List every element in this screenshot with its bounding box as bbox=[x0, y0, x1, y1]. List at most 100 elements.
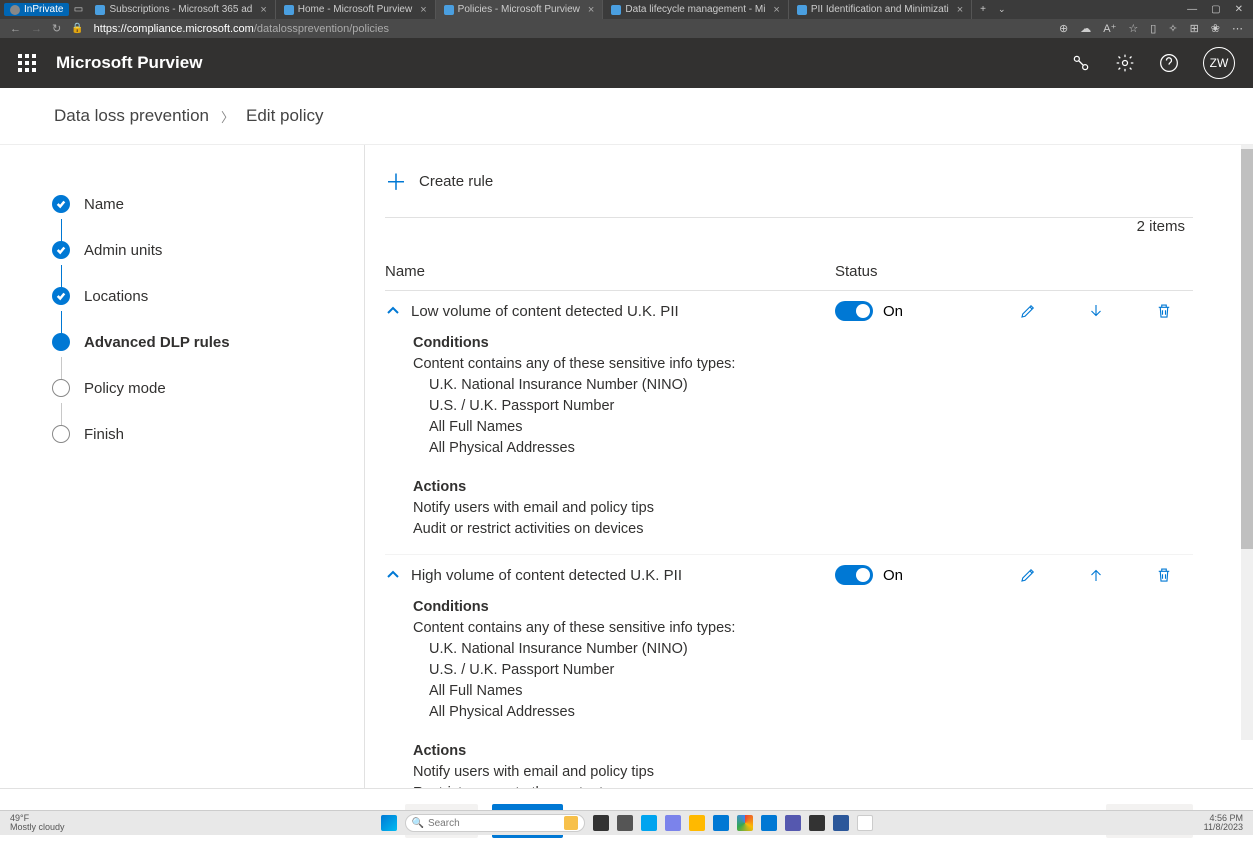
breadcrumb-current: Edit policy bbox=[246, 106, 323, 126]
chevron-up-icon[interactable] bbox=[385, 567, 401, 583]
tab-title: Subscriptions - Microsoft 365 ad bbox=[109, 4, 252, 15]
chrome-icon[interactable] bbox=[737, 815, 753, 831]
favorites-bar-icon[interactable]: ✧ bbox=[1168, 22, 1177, 35]
extensions-icon[interactable]: ❀ bbox=[1211, 22, 1220, 35]
column-status[interactable]: Status bbox=[835, 263, 955, 280]
delete-icon[interactable] bbox=[1155, 302, 1173, 320]
wizard-step-locations[interactable]: Locations bbox=[52, 287, 324, 305]
status-toggle[interactable] bbox=[835, 301, 873, 321]
url-text[interactable]: https://compliance.microsoft.com/datalos… bbox=[94, 23, 389, 35]
windows-taskbar[interactable]: 49°FMostly cloudy 🔍 Search 4:56 PM11/8/2… bbox=[0, 810, 1253, 835]
tabs-chevron-icon[interactable]: ⌄ bbox=[994, 4, 1010, 15]
browser-tab[interactable]: Home - Microsoft Purview× bbox=[276, 0, 436, 19]
tab-favicon-icon bbox=[797, 5, 807, 15]
step-label: Admin units bbox=[84, 242, 162, 259]
delete-icon[interactable] bbox=[1155, 566, 1173, 584]
tab-title: PII Identification and Minimizati bbox=[811, 4, 949, 15]
tab-close-icon[interactable]: × bbox=[773, 4, 779, 16]
scrollbar-thumb[interactable] bbox=[1241, 149, 1253, 549]
browser-tab[interactable]: PII Identification and Minimizati × bbox=[789, 0, 972, 19]
edit-icon[interactable] bbox=[1019, 566, 1037, 584]
start-icon[interactable] bbox=[381, 815, 397, 831]
content-panel: ＋ Create rule 2 items Name Status Low vo… bbox=[365, 145, 1253, 788]
collections-icon[interactable]: ⊞ bbox=[1190, 22, 1199, 35]
main-area: Name Admin units Locations Advanced DLP rul… bbox=[0, 145, 1253, 788]
teams-icon[interactable] bbox=[665, 815, 681, 831]
plus-icon: ＋ bbox=[385, 165, 407, 197]
rules-table-header: Name Status bbox=[385, 253, 1193, 291]
tab-title: Data lifecycle management - Mi bbox=[625, 4, 765, 15]
explorer-icon[interactable] bbox=[689, 815, 705, 831]
wizard-step-finish: Finish bbox=[52, 425, 324, 443]
tab-close-icon[interactable]: × bbox=[420, 4, 426, 16]
copilot-icon[interactable] bbox=[593, 815, 609, 831]
column-name[interactable]: Name bbox=[385, 263, 835, 280]
snip-icon[interactable] bbox=[857, 815, 873, 831]
system-clock[interactable]: 4:56 PM11/8/2023 bbox=[1204, 814, 1243, 832]
status-label: On bbox=[883, 303, 903, 320]
move-up-icon[interactable] bbox=[1087, 566, 1105, 584]
read-aloud-icon[interactable]: A⁺ bbox=[1103, 22, 1116, 35]
favorite-icon[interactable]: ☆ bbox=[1128, 22, 1138, 35]
rule-row: Low volume of content detected U.K. PII O… bbox=[385, 291, 1193, 555]
help-icon[interactable] bbox=[1159, 53, 1179, 73]
user-avatar[interactable]: ZW bbox=[1203, 47, 1235, 79]
minimize-icon[interactable]: — bbox=[1187, 4, 1197, 15]
word-icon[interactable] bbox=[833, 815, 849, 831]
move-down-icon[interactable] bbox=[1087, 302, 1105, 320]
browser-tab[interactable]: Subscriptions - Microsoft 365 ad × bbox=[87, 0, 275, 19]
teams2-icon[interactable] bbox=[785, 815, 801, 831]
breadcrumb-root[interactable]: Data loss prevention bbox=[54, 106, 209, 126]
wizard-step-admin-units[interactable]: Admin units bbox=[52, 241, 324, 259]
step-label: Finish bbox=[84, 426, 124, 443]
tabs-overview-icon[interactable]: ▭ bbox=[69, 4, 87, 15]
task-view-icon[interactable] bbox=[617, 815, 633, 831]
step-dot-icon bbox=[52, 333, 70, 351]
store-icon[interactable] bbox=[641, 815, 657, 831]
new-tab-button[interactable]: + bbox=[972, 4, 994, 15]
edge-icon[interactable] bbox=[713, 815, 729, 831]
maximize-icon[interactable]: ▢ bbox=[1211, 4, 1220, 15]
browser-tab[interactable]: Data lifecycle management - Mi × bbox=[603, 0, 789, 19]
step-dot-icon bbox=[52, 379, 70, 397]
weather-widget[interactable]: 49°FMostly cloudy bbox=[10, 814, 65, 832]
forward-arrow-icon: → bbox=[31, 23, 42, 35]
tab-favicon-icon bbox=[95, 5, 105, 15]
close-window-icon[interactable]: ✕ bbox=[1235, 4, 1243, 15]
mail-icon[interactable] bbox=[761, 815, 777, 831]
step-dot-icon bbox=[52, 425, 70, 443]
chevron-up-icon[interactable] bbox=[385, 303, 401, 319]
tab-favicon-icon bbox=[284, 5, 294, 15]
tab-close-icon[interactable]: × bbox=[957, 4, 963, 16]
edit-icon[interactable] bbox=[1019, 302, 1037, 320]
wizard-step-name[interactable]: Name bbox=[52, 195, 324, 213]
tab-close-icon[interactable]: × bbox=[260, 4, 266, 16]
tab-close-icon[interactable]: × bbox=[588, 4, 594, 16]
create-rule-button[interactable]: ＋ Create rule bbox=[385, 165, 1193, 197]
lock-icon[interactable]: 🔒 bbox=[71, 23, 83, 34]
zoom-icon[interactable]: ⊕ bbox=[1059, 22, 1068, 35]
create-rule-label: Create rule bbox=[419, 173, 493, 190]
app-launcher-icon[interactable] bbox=[18, 54, 36, 72]
browser-tab[interactable]: Policies - Microsoft Purview× bbox=[436, 0, 604, 19]
scrollbar-track[interactable] bbox=[1241, 145, 1253, 740]
app-header: Microsoft Purview ZW bbox=[0, 38, 1253, 88]
wizard-step-advanced-dlp-rules[interactable]: Advanced DLP rules bbox=[52, 333, 324, 351]
more-icon[interactable]: ⋯ bbox=[1232, 22, 1243, 35]
terminal-icon[interactable] bbox=[809, 815, 825, 831]
split-icon[interactable]: ▯ bbox=[1150, 22, 1156, 35]
diagnostics-icon[interactable] bbox=[1071, 53, 1091, 73]
browser-tab-strip: InPrivate ▭ Subscriptions - Microsoft 36… bbox=[0, 0, 1253, 19]
rule-name: Low volume of content detected U.K. PII bbox=[411, 303, 835, 320]
settings-icon[interactable] bbox=[1115, 53, 1135, 73]
taskbar-search[interactable]: 🔍 Search bbox=[405, 814, 585, 832]
shopping-icon[interactable]: ☁ bbox=[1080, 22, 1091, 35]
wizard-step-policy-mode: Policy mode bbox=[52, 379, 324, 397]
back-arrow-icon[interactable]: ← bbox=[10, 23, 21, 35]
app-title: Microsoft Purview bbox=[56, 53, 202, 73]
refresh-icon[interactable]: ↻ bbox=[52, 22, 61, 35]
status-toggle[interactable] bbox=[835, 565, 873, 585]
status-label: On bbox=[883, 567, 903, 584]
step-label: Name bbox=[84, 196, 124, 213]
check-icon bbox=[52, 195, 70, 213]
